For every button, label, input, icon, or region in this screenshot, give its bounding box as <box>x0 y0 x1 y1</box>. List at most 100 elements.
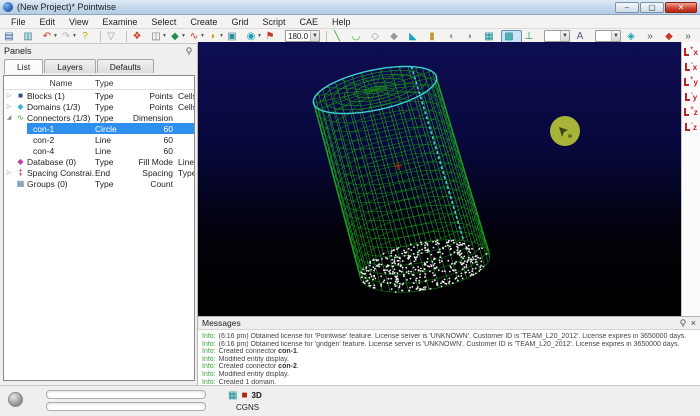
line-icon[interactable]: ╲ <box>330 30 349 43</box>
column-header-name[interactable]: Name <box>27 78 95 88</box>
menu-item[interactable]: Examine <box>95 15 144 29</box>
assemble-right-icon[interactable]: ◗ <box>463 30 482 43</box>
structured-grid-icon[interactable]: ▦ <box>482 30 501 43</box>
tree-row[interactable]: ▷ ■ Blocks (1) Type Points Cells <box>4 90 194 101</box>
panel-tab[interactable]: Defaults <box>97 59 154 73</box>
entity-type-icon: ◆ <box>14 102 27 111</box>
axis-bracket-icon <box>685 63 690 71</box>
tree-row[interactable]: ▷ ◆ Domains (1/3) Type Points Cells <box>4 101 194 112</box>
combo-arrow-icon[interactable]: ▼ <box>310 31 319 41</box>
undo-icon[interactable]: ↶ ▼ <box>40 30 59 43</box>
view-plus-y-button[interactable]: + y <box>683 75 699 89</box>
export-icon[interactable]: ▥ <box>21 30 40 43</box>
app-icon <box>3 2 13 12</box>
message-line: Info:Modified entity display. <box>202 356 700 364</box>
message-line: Info:(6:16 pm) Obtained license for 'gri… <box>202 341 700 349</box>
menu-item[interactable]: File <box>4 15 33 29</box>
title-bar: (New Project)* Pointwise – ▢ ✕ <box>0 0 700 15</box>
cae-mask-icon[interactable]: ◆ <box>662 30 681 43</box>
save-icon[interactable]: ▤ <box>2 30 21 43</box>
wedge-icon[interactable]: ◣ <box>406 30 425 43</box>
tree-row[interactable]: ◢ ∿ Connectors (1/3) Type Dimension <box>4 112 194 123</box>
close-button[interactable]: ✕ <box>665 2 697 13</box>
panel-tab[interactable]: List <box>4 59 43 74</box>
view-minus-z-button[interactable]: - z <box>683 120 699 134</box>
domain-icon[interactable]: ◆ ▼ <box>168 30 187 43</box>
combo-arrow-icon[interactable]: ▼ <box>560 31 569 41</box>
tree-row[interactable]: con-2 Line 60 <box>4 134 194 145</box>
menu-item[interactable]: Help <box>325 15 358 29</box>
highlight-icon[interactable]: ◈ <box>624 30 643 43</box>
view-minus-x-button[interactable]: - x <box>683 60 699 74</box>
palette-icon[interactable]: ❖ <box>130 30 149 43</box>
connector-icon[interactable]: ∿ ▼ <box>187 30 206 43</box>
tree-row[interactable]: con-4 Line 60 <box>4 145 194 156</box>
view-plus-x-button[interactable]: + x <box>683 45 699 59</box>
panel-tab[interactable]: Layers <box>44 59 96 73</box>
tree-row[interactable]: con-1 Circle 60 <box>4 123 194 134</box>
tree-expand-icon[interactable]: ▷ <box>4 103 14 110</box>
menu-item[interactable]: Create <box>183 15 224 29</box>
pointwise-window: (New Project)* Pointwise – ▢ ✕ File Edit… <box>0 0 700 416</box>
viewport-3d[interactable] <box>198 42 681 316</box>
font-icon[interactable]: A <box>573 30 592 43</box>
panel-tabs: List Layers Defaults <box>0 57 197 73</box>
dimension-icon[interactable]: ⊥ <box>522 30 541 43</box>
spacing-combo[interactable]: ▼ <box>595 30 621 42</box>
block-icon[interactable]: ▮ <box>425 30 444 43</box>
curve-icon[interactable]: ◡ <box>349 30 368 43</box>
assemble-left-icon[interactable]: ◖ <box>444 30 463 43</box>
dimension-mode-label: 3D <box>252 391 262 400</box>
mask-icon[interactable]: ▽ <box>104 30 123 43</box>
window-controls: – ▢ ✕ <box>615 2 697 13</box>
entity-type-icon: ■ <box>14 91 27 100</box>
entity-type-icon: ‡ <box>14 168 27 177</box>
menu-item[interactable]: Script <box>255 15 292 29</box>
image-icon[interactable]: ▣ <box>225 30 244 43</box>
angle-value: 180.0 <box>286 32 310 41</box>
help-icon[interactable]: ? <box>78 30 97 43</box>
flag-icon[interactable]: ⚑ <box>263 30 282 43</box>
tree-expand-icon[interactable]: ▷ <box>4 92 14 99</box>
rotate-icon[interactable]: ◉ ▼ <box>244 30 263 43</box>
tree-row[interactable]: ▦ Groups (0) Type Count <box>4 178 194 189</box>
column-header-type[interactable]: Type <box>95 78 131 88</box>
axis-bracket-icon <box>684 78 689 86</box>
window-title: (New Project)* Pointwise <box>17 2 116 12</box>
status-field-1 <box>46 390 206 399</box>
close-icon[interactable]: × <box>691 319 696 328</box>
menu-item[interactable]: View <box>62 15 95 29</box>
pin-icon[interactable] <box>185 47 193 55</box>
solid-icon[interactable]: ◆ <box>387 30 406 43</box>
cube-type-icon: ■ <box>241 390 247 401</box>
overflow2-icon[interactable]: » <box>681 30 700 43</box>
tree-expand-icon[interactable]: ▷ <box>4 169 14 176</box>
view-minus-y-button[interactable]: - y <box>683 90 699 104</box>
view-plus-z-button[interactable]: + z <box>683 105 699 119</box>
cube-icon[interactable]: ◫ ▼ <box>149 30 168 43</box>
overflow-icon[interactable]: » <box>643 30 662 43</box>
angle-combo[interactable]: 180.0 ▼ <box>285 30 320 42</box>
message-line: Info:Modified entity display. <box>202 371 700 379</box>
database-icon[interactable]: ◗ ▼ <box>206 30 225 43</box>
menu-bar: File Edit View Examine Select Create Gri… <box>0 15 700 29</box>
entity-tree: Name Type ▷ ■ Blocks (1) Type Points Cel… <box>3 75 195 381</box>
surface-icon[interactable]: ◇ <box>368 30 387 43</box>
message-line: Info:Created connector con-2. <box>202 363 700 371</box>
maximize-button[interactable]: ▢ <box>640 2 664 13</box>
pin-icon[interactable] <box>679 319 687 327</box>
combo-arrow-icon[interactable]: ▼ <box>611 31 620 41</box>
menu-item[interactable]: CAE <box>292 15 325 29</box>
axis-bracket-icon <box>684 108 689 116</box>
tree-row[interactable]: ◆ Database (0) Type Fill Mode Line ... <box>4 156 194 167</box>
unstructured-grid-icon[interactable]: ▩ <box>501 30 522 43</box>
dimension-combo[interactable]: ▼ <box>544 30 570 42</box>
panels-panel: Panels List Layers Defaults Name Type <box>0 44 198 385</box>
redo-icon[interactable]: ↷ ▼ <box>59 30 78 43</box>
tree-row[interactable]: ▷ ‡ Spacing Constrai... End Spacing Type <box>4 167 194 178</box>
menu-item[interactable]: Grid <box>224 15 255 29</box>
minimize-button[interactable]: – <box>615 2 639 13</box>
tree-expand-icon[interactable]: ◢ <box>4 114 14 121</box>
menu-item[interactable]: Edit <box>33 15 63 29</box>
menu-item[interactable]: Select <box>144 15 183 29</box>
